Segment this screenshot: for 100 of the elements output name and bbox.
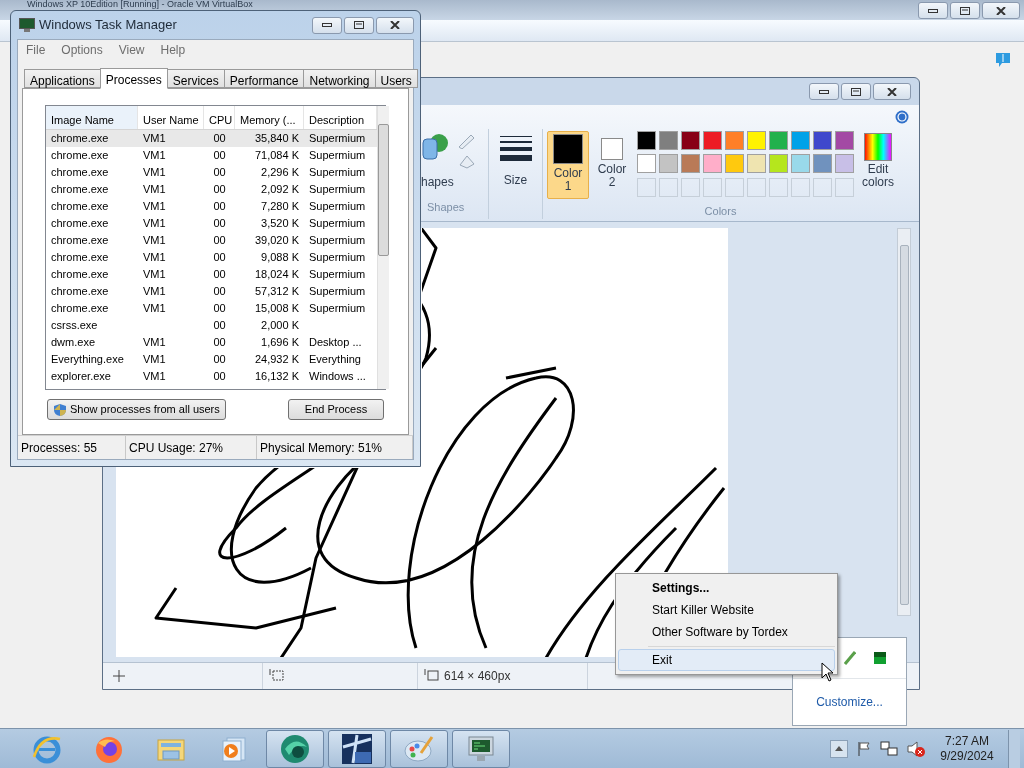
palette-swatch[interactable] bbox=[725, 130, 744, 150]
process-row[interactable]: chrome.exe VM1 00 7,280 K Supermium bbox=[46, 198, 377, 215]
empty-swatch[interactable] bbox=[791, 177, 810, 197]
scroll-thumb[interactable] bbox=[899, 245, 909, 605]
palette-swatch[interactable] bbox=[835, 154, 854, 174]
end-process-button[interactable]: End Process bbox=[288, 399, 384, 420]
maximize-button[interactable] bbox=[950, 2, 980, 19]
column-header[interactable]: CPU bbox=[204, 106, 235, 129]
shapes-button[interactable]: hapes bbox=[421, 174, 454, 189]
tab[interactable]: Services bbox=[166, 69, 225, 88]
minimize-button[interactable] bbox=[918, 2, 948, 19]
maximize-icon bbox=[851, 87, 861, 96]
menu-item[interactable]: Start Killer Website bbox=[618, 599, 835, 621]
palette-swatch[interactable] bbox=[769, 130, 788, 150]
show-all-processes-button[interactable]: Show processes from all users bbox=[47, 399, 226, 420]
column-header[interactable]: Image Name bbox=[46, 106, 138, 129]
customize-link[interactable]: Customize... bbox=[816, 693, 883, 711]
color-slot-button[interactable]: Color 2 bbox=[591, 130, 633, 199]
tab[interactable]: Performance bbox=[223, 69, 305, 88]
process-row[interactable]: csrss.exe 00 2,000 K bbox=[46, 317, 377, 334]
palette-swatch[interactable] bbox=[791, 154, 810, 174]
tab[interactable]: Users bbox=[374, 69, 418, 88]
minimize-button[interactable] bbox=[312, 16, 342, 34]
maximize-button[interactable] bbox=[344, 16, 374, 34]
process-row[interactable]: chrome.exe VM1 00 71,084 K Supermium bbox=[46, 147, 377, 164]
palette-swatch[interactable] bbox=[681, 130, 700, 150]
color-slot-button[interactable]: Color 1 bbox=[547, 130, 589, 199]
menu-item[interactable]: File bbox=[26, 41, 46, 59]
empty-swatch[interactable] bbox=[681, 177, 700, 197]
menu-item[interactable]: View bbox=[118, 41, 145, 59]
taskbar-button[interactable] bbox=[452, 729, 510, 768]
maximize-button[interactable] bbox=[841, 83, 871, 100]
palette-swatch[interactable] bbox=[747, 154, 766, 174]
minimize-button[interactable] bbox=[809, 83, 839, 100]
tab[interactable]: Applications bbox=[24, 69, 101, 88]
edit-colors-button[interactable]: Edit colors bbox=[858, 130, 898, 199]
palette-swatch[interactable] bbox=[703, 130, 722, 150]
table-cell: 00 bbox=[213, 353, 226, 366]
process-row[interactable]: chrome.exe VM1 00 57,312 K Supermium bbox=[46, 283, 377, 300]
palette-swatch[interactable] bbox=[659, 130, 678, 150]
process-row[interactable]: chrome.exe VM1 00 9,088 K Supermium bbox=[46, 249, 377, 266]
process-row[interactable]: chrome.exe VM1 00 35,840 K Supermium bbox=[46, 130, 377, 147]
taskbar-button[interactable] bbox=[328, 729, 386, 768]
taskbar-button[interactable] bbox=[266, 729, 324, 768]
process-row[interactable]: chrome.exe VM1 00 2,092 K Supermium bbox=[46, 181, 377, 198]
close-button[interactable] bbox=[873, 83, 911, 100]
empty-swatch[interactable] bbox=[813, 177, 832, 197]
palette-swatch[interactable] bbox=[637, 130, 656, 150]
palette-swatch[interactable] bbox=[813, 154, 832, 174]
color-slot-label: Color 2 bbox=[596, 162, 628, 189]
process-row[interactable]: explorer.exe VM1 00 16,132 K Windows ... bbox=[46, 368, 377, 385]
empty-swatch[interactable] bbox=[835, 177, 854, 197]
palette-swatch[interactable] bbox=[769, 154, 788, 174]
menu-item[interactable]: Options bbox=[61, 41, 103, 59]
menu-item[interactable]: Settings... bbox=[618, 577, 835, 599]
empty-swatch[interactable] bbox=[747, 177, 766, 197]
empty-swatch[interactable] bbox=[725, 177, 744, 197]
table-cell: 18,024 K bbox=[254, 268, 299, 281]
empty-swatch[interactable] bbox=[703, 177, 722, 197]
tab[interactable]: Networking bbox=[303, 69, 376, 88]
spectrum-icon bbox=[864, 132, 892, 161]
show-hidden-icons-button[interactable] bbox=[830, 739, 848, 758]
size-button[interactable]: Size bbox=[503, 170, 528, 189]
menu-item[interactable]: Other Software by Tordex bbox=[618, 621, 835, 643]
table-cell: Supermium bbox=[309, 166, 366, 179]
process-row[interactable]: chrome.exe VM1 00 15,008 K Supermium bbox=[46, 300, 377, 317]
orb-icon bbox=[279, 732, 311, 765]
network-icon bbox=[880, 740, 898, 757]
close-button[interactable] bbox=[376, 16, 414, 34]
palette-swatch[interactable] bbox=[835, 130, 854, 150]
process-row[interactable]: chrome.exe VM1 00 2,296 K Supermium bbox=[46, 164, 377, 181]
menu-item[interactable]: Exit bbox=[618, 649, 835, 671]
vertical-scrollbar[interactable] bbox=[897, 228, 911, 616]
palette-swatch[interactable] bbox=[813, 130, 832, 150]
process-row[interactable]: chrome.exe VM1 00 3,520 K Supermium bbox=[46, 215, 377, 232]
close-button[interactable] bbox=[982, 2, 1020, 19]
scroll-thumb[interactable] bbox=[378, 124, 389, 256]
process-row[interactable]: Everything.exe VM1 00 24,932 K Everything bbox=[46, 351, 377, 368]
palette-swatch[interactable] bbox=[703, 154, 722, 174]
process-row[interactable]: chrome.exe VM1 00 39,020 K Supermium bbox=[46, 232, 377, 249]
empty-swatch[interactable] bbox=[637, 177, 656, 197]
palette-swatch[interactable] bbox=[659, 154, 678, 174]
palette-swatch[interactable] bbox=[725, 154, 744, 174]
empty-swatch[interactable] bbox=[659, 177, 678, 197]
empty-swatch[interactable] bbox=[769, 177, 788, 197]
muted-speaker-icon bbox=[906, 740, 926, 757]
column-header[interactable]: Memory (... bbox=[235, 106, 304, 129]
tab[interactable]: Processes bbox=[99, 68, 168, 89]
column-header[interactable]: User Name bbox=[138, 106, 204, 129]
process-row[interactable]: dwm.exe VM1 00 1,696 K Desktop ... bbox=[46, 334, 377, 351]
vertical-scrollbar[interactable] bbox=[377, 106, 389, 389]
table-cell: Everything.exe bbox=[51, 353, 124, 366]
selection-size-icon bbox=[269, 669, 285, 683]
show-desktop-button[interactable] bbox=[1008, 729, 1020, 768]
process-row[interactable]: chrome.exe VM1 00 18,024 K Supermium bbox=[46, 266, 377, 283]
palette-swatch[interactable] bbox=[637, 154, 656, 174]
palette-swatch[interactable] bbox=[681, 154, 700, 174]
palette-swatch[interactable] bbox=[791, 130, 810, 150]
menu-item[interactable]: Help bbox=[160, 41, 186, 59]
palette-swatch[interactable] bbox=[747, 130, 766, 150]
